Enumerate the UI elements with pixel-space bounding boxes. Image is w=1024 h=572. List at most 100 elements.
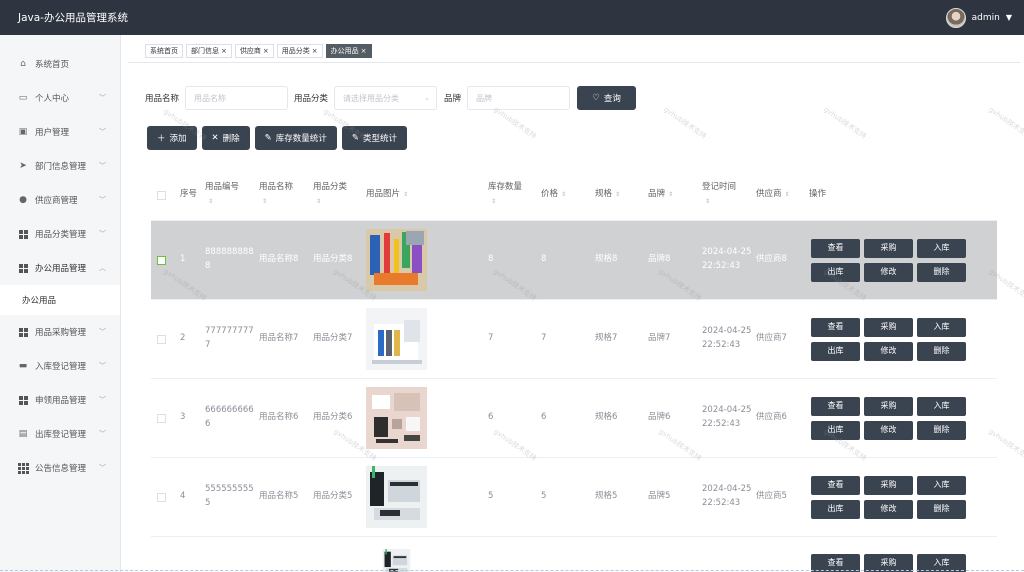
view-button[interactable]: 查看 [811,475,860,495]
close-icon[interactable]: × [263,47,269,55]
delete-button[interactable]: ✕ 删除 [201,126,250,150]
table-row[interactable]: 查看 采购 入库 [151,537,997,572]
cell-stock: 6 [488,412,494,423]
sidebar-item[interactable]: ⌂ 系统首页 [0,47,120,81]
view-button[interactable]: 查看 [811,317,860,337]
sort-icon[interactable]: ⇕ [262,197,267,207]
table-row[interactable]: 3 6666666666 用品名称6 用品分类6 6 6 规格6 品牌6 2024-04-25 … [151,379,997,458]
sidebar-item-label: 公告信息管理 [35,464,87,474]
sidebar-item[interactable]: 公告信息管理 ﹀ [0,451,120,485]
edit-button[interactable]: 修改 [864,262,913,282]
edit-button[interactable]: 修改 [864,341,913,361]
sidebar-item[interactable]: ▤ 出库登记管理 ﹀ [0,417,120,451]
table-row[interactable]: 1 8888888888 用品名称8 用品分类8 8 8 规格8 品牌8 2024-04-25 … [151,221,997,300]
in-button[interactable]: 入库 [917,238,966,258]
sort-icon[interactable]: ⇕ [491,197,496,207]
sort-icon[interactable]: ⇕ [615,190,620,200]
del-button[interactable]: 删除 [917,341,966,361]
tab[interactable]: 系统首页 [145,44,183,58]
tab[interactable]: 供应商 × [234,44,274,58]
pens-image[interactable] [366,229,427,291]
brand-input[interactable]: 品牌 [467,86,571,110]
caret-down-icon[interactable]: ▼ [1006,13,1012,22]
row-checkbox[interactable] [157,334,166,344]
col-name[interactable]: 用品名称 ⇕ [259,181,313,208]
table-row[interactable]: 2 7777777777 用品名称7 用品分类7 7 7 规格7 品牌7 2024-04-25 … [151,300,997,379]
query-button[interactable]: ♡ 查询 [577,86,637,110]
close-icon[interactable]: × [312,47,318,55]
in-button[interactable]: 入库 [917,396,966,416]
sidebar-item[interactable]: 用品分类管理 ﹀ [0,217,120,251]
sidebar-item[interactable]: 办公用品管理 ︿ [0,251,120,285]
edit-button[interactable]: 修改 [864,420,913,440]
cell-time: 2024-04-25 22:52:43 [702,484,752,508]
col-code[interactable]: 用品编号 ⇕ [205,181,259,208]
table-row[interactable]: 4 5555555555 用品名称5 用品分类5 5 5 规格5 品牌5 2024-04-25 … [151,458,997,537]
sort-icon[interactable]: ⇕ [785,190,790,200]
name-label: 用品名称 [145,94,180,104]
flatlay-image[interactable] [366,387,427,449]
sidebar-item[interactable]: 用品采购管理 ﹀ [0,315,120,349]
row-actions: 查看 采购 入库出库 修改 删除 [809,475,989,519]
col-category[interactable]: 用品分类 ⇕ [313,181,366,208]
sidebar-item[interactable]: ● 供应商管理 ﹀ [0,183,120,217]
row-checkbox[interactable] [157,413,166,423]
organizer-image[interactable] [366,308,427,370]
out-button[interactable]: 出库 [811,499,860,519]
sidebar-item[interactable]: ▭ 个人中心 ﹀ [0,81,120,115]
col-stock[interactable]: 库存数量 ⇕ [488,181,541,208]
del-button[interactable]: 删除 [917,420,966,440]
out-button[interactable]: 出库 [811,341,860,361]
chevron-down-icon: ﹀ [99,464,106,472]
watermark: gvhub技术支持 [662,105,708,141]
sort-icon[interactable]: ⇕ [316,197,321,207]
col-supplier[interactable]: 供应商 ⇕ [756,188,809,202]
sort-icon[interactable]: ⇕ [561,190,566,200]
tab[interactable]: 部门信息 × [186,44,232,58]
sidebar-item[interactable]: ▣ 用户管理 ﹀ [0,115,120,149]
username[interactable]: admin [972,13,1000,23]
sort-icon[interactable]: ⇕ [668,190,673,200]
col-spec[interactable]: 规格 ⇕ [595,188,648,202]
sort-icon[interactable]: ⇕ [208,197,213,207]
in-button[interactable]: 入库 [917,475,966,495]
category-select[interactable]: 请选择用品分类 ⌄ [334,86,438,110]
del-button[interactable]: 删除 [917,262,966,282]
close-icon[interactable]: × [361,47,367,55]
sort-icon[interactable]: ⇕ [403,190,408,200]
sidebar-item[interactable]: ▬ 入库登记管理 ﹀ [0,349,120,383]
cell-spec: 规格6 [595,412,618,423]
sidebar-item[interactable]: 申领用品管理 ﹀ [0,383,120,417]
sidebar-subitem-office-supplies[interactable]: 办公用品 [0,285,120,315]
view-button[interactable]: 查看 [811,238,860,258]
user-menu[interactable]: admin ▼ [945,7,1012,28]
edit-button[interactable]: 修改 [864,499,913,519]
select-all-checkbox[interactable] [157,190,166,200]
purchase-button[interactable]: 采购 [864,238,913,258]
tab-label: 办公用品 [330,47,359,55]
del-button[interactable]: 删除 [917,499,966,519]
chevron-down-icon: ﹀ [99,94,106,102]
col-image[interactable]: 用品图片 ⇕ [366,188,488,202]
close-icon[interactable]: × [221,47,227,55]
col-time[interactable]: 登记时间 ⇕ [702,181,756,208]
row-checkbox[interactable] [157,492,166,502]
desk-set-image[interactable] [366,466,427,528]
grid-icon [18,263,28,273]
purchase-button[interactable]: 采购 [864,475,913,495]
tab[interactable]: 办公用品 × [325,44,372,58]
tab[interactable]: 用品分类 × [276,44,323,58]
sidebar-item[interactable]: ➤ 部门信息管理 ﹀ [0,149,120,183]
stock-stats-button[interactable]: ✎ 库存数量统计 [254,126,337,150]
purchase-button[interactable]: 采购 [864,317,913,337]
row-checkbox[interactable] [157,255,166,265]
name-input[interactable]: 用品名称 [185,86,289,110]
col-brand[interactable]: 品牌 ⇕ [648,188,702,202]
purchase-button[interactable]: 采购 [864,396,913,416]
view-button[interactable]: 查看 [811,396,860,416]
col-price[interactable]: 价格 ⇕ [541,188,595,202]
avatar[interactable] [945,7,966,28]
sort-icon[interactable]: ⇕ [705,197,710,207]
desk-set-image[interactable] [366,548,427,572]
in-button[interactable]: 入库 [917,317,966,337]
